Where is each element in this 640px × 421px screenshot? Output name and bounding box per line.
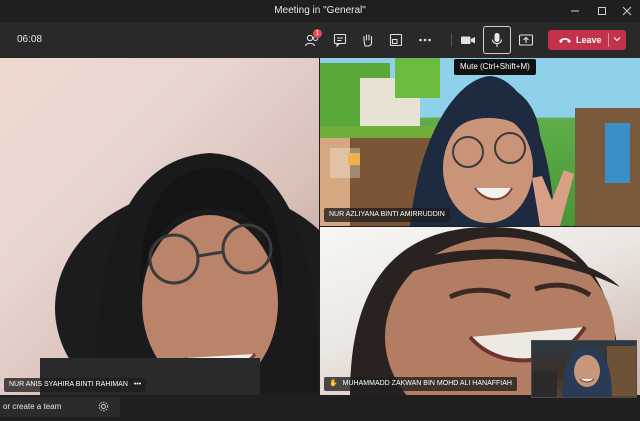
participants-badge: 1	[313, 29, 322, 38]
meeting-timer: 06:08	[17, 34, 43, 45]
breakout-icon	[389, 33, 403, 47]
mute-tooltip: Mute (Ctrl+Shift+M)	[454, 59, 536, 75]
video-tile-participant-1[interactable]: NUR ANIS SYAHIRA BINTI RAHIMAN •••	[0, 58, 319, 395]
leave-separator	[608, 33, 609, 47]
more-options-icon[interactable]: •••	[134, 381, 141, 388]
self-video-preview[interactable]	[531, 340, 637, 398]
chat-icon	[333, 33, 347, 47]
more-icon	[419, 38, 431, 42]
video-tile-participant-2[interactable]: NUR AZLIYANA BINTI AMIRRUDDIN	[320, 58, 640, 226]
share-screen-button[interactable]	[512, 26, 540, 54]
meeting-toolbar: 06:08 1	[0, 22, 640, 58]
chat-button[interactable]	[326, 26, 354, 54]
mic-button[interactable]	[483, 26, 511, 54]
participant-name: MUHAMMADD ZAKWAN BIN MOHD ALI HANAFFIAH	[342, 380, 512, 387]
sidebar-footer: or create a team	[0, 397, 120, 417]
participant-name: NUR ANIS SYAHIRA BINTI RAHIMAN	[9, 381, 128, 388]
self-video	[532, 346, 636, 397]
title-bar: Meeting in "General"	[0, 0, 640, 22]
window-title: Meeting in "General"	[274, 5, 366, 16]
close-icon	[622, 6, 632, 16]
more-actions-button[interactable]	[411, 26, 439, 54]
camera-button[interactable]	[454, 26, 482, 54]
minimize-button[interactable]	[562, 0, 588, 22]
leave-label: Leave	[576, 35, 602, 45]
camera-icon	[461, 36, 475, 44]
raised-hand-icon: ✋	[329, 380, 338, 387]
participant-name-label: ✋ MUHAMMADD ZAKWAN BIN MOHD ALI HANAFFIA…	[324, 377, 517, 391]
leave-button[interactable]: Leave	[548, 30, 626, 50]
maximize-button[interactable]	[589, 0, 615, 22]
chevron-down-icon[interactable]	[612, 34, 622, 44]
create-team-link[interactable]: or create a team	[3, 402, 61, 411]
participant-video	[320, 58, 640, 226]
gear-icon[interactable]	[98, 401, 109, 412]
raise-hand-icon	[363, 34, 373, 47]
participant-name-label: NUR ANIS SYAHIRA BINTI RAHIMAN •••	[4, 378, 147, 392]
participants-button[interactable]: 1	[298, 26, 326, 54]
participant-name: NUR AZLIYANA BINTI AMIRRUDDIN	[329, 211, 445, 218]
breakout-rooms-button[interactable]	[382, 26, 410, 54]
hang-up-icon	[559, 38, 571, 43]
maximize-icon	[598, 7, 606, 15]
close-window-button[interactable]	[614, 0, 640, 22]
microphone-icon	[491, 33, 503, 47]
raise-hand-button[interactable]	[354, 26, 382, 54]
minimize-icon	[571, 10, 579, 12]
share-screen-icon	[518, 34, 534, 46]
participant-name-label: NUR AZLIYANA BINTI AMIRRUDDIN	[324, 208, 450, 222]
toolbar-divider	[451, 33, 452, 47]
participant-video	[40, 153, 319, 395]
